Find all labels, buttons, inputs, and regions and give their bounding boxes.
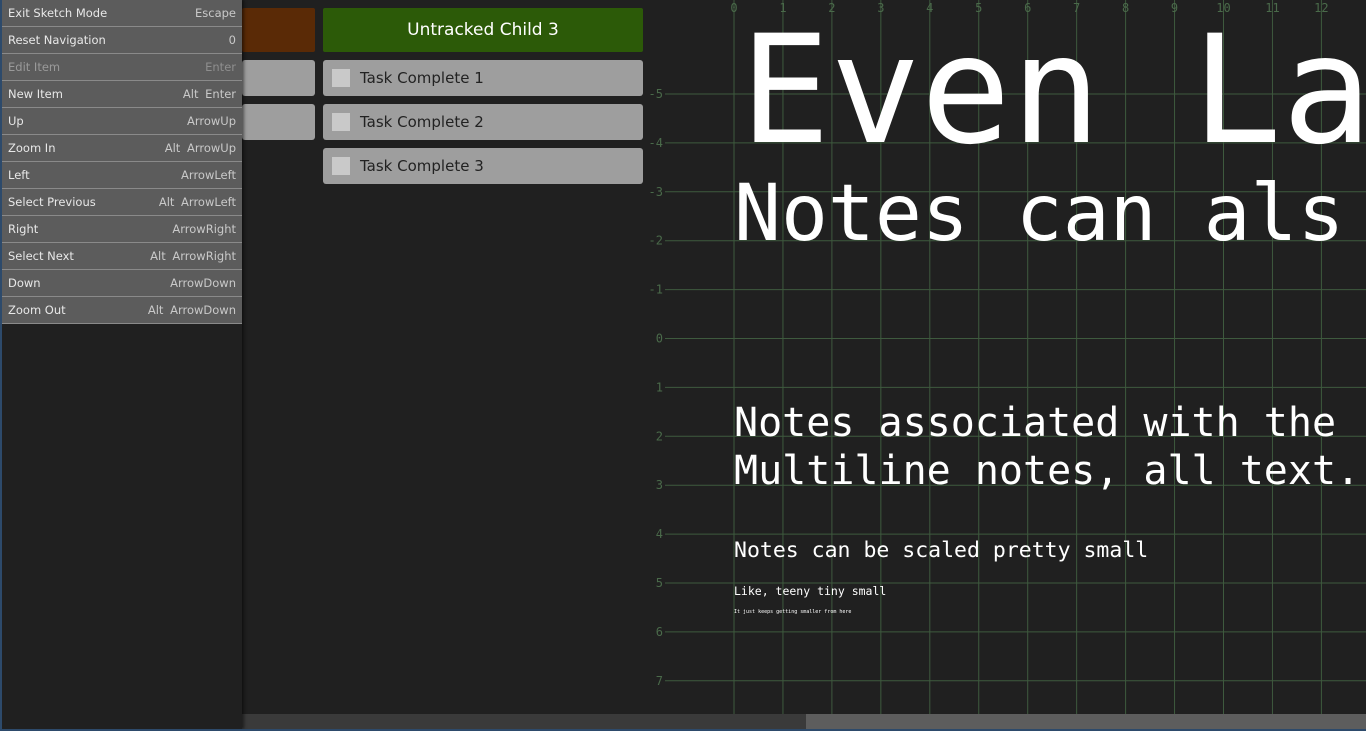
command-label: Zoom Out bbox=[8, 303, 66, 317]
task-label: Task Complete 3 bbox=[360, 157, 484, 175]
tree-node-grey[interactable] bbox=[242, 60, 315, 96]
command-exit-sketch-mode[interactable]: Exit Sketch Mode Escape bbox=[2, 0, 242, 27]
y-tick-label: 4 bbox=[656, 527, 663, 541]
note-multiline-2[interactable]: Multiline notes, all text. bbox=[734, 448, 1360, 494]
y-tick-label: -5 bbox=[649, 87, 663, 101]
command-shortcut: ArrowLeft bbox=[181, 168, 236, 182]
command-shortcut: Enter bbox=[205, 60, 236, 74]
y-tick-label: -1 bbox=[649, 283, 663, 297]
command-down[interactable]: Down ArrowDown bbox=[2, 270, 242, 297]
horizontal-scrollbar[interactable] bbox=[242, 714, 1366, 729]
task-item[interactable]: Task Complete 2 bbox=[323, 104, 643, 140]
task-item[interactable]: Task Complete 1 bbox=[323, 60, 643, 96]
command-label: Right bbox=[8, 222, 39, 236]
app-window: Exit Sketch Mode Escape Reset Navigation 0 E… bbox=[2, 0, 1366, 729]
note-tiniest[interactable]: It just keeps getting smaller from here bbox=[734, 609, 851, 615]
tree-node-grey[interactable] bbox=[242, 104, 315, 140]
y-tick-label: -4 bbox=[649, 136, 663, 150]
task-label: Task Complete 2 bbox=[360, 113, 484, 131]
command-label: Select Next bbox=[8, 249, 74, 263]
command-shortcut: ArrowDown bbox=[170, 276, 236, 290]
task-checkbox[interactable] bbox=[332, 157, 350, 175]
command-label: Exit Sketch Mode bbox=[8, 6, 108, 20]
note-multiline-1[interactable]: Notes associated with the bbox=[734, 400, 1336, 446]
y-tick-label: 7 bbox=[656, 674, 663, 688]
tree-node-untracked-child-3[interactable]: Untracked Child 3 bbox=[323, 8, 643, 52]
task-label: Task Complete 1 bbox=[360, 69, 484, 87]
command-label: Select Previous bbox=[8, 195, 96, 209]
command-shortcut: Escape bbox=[194, 6, 236, 20]
y-tick-label: 1 bbox=[656, 380, 663, 394]
command-edit-item: Edit Item Enter bbox=[2, 54, 242, 81]
note-large-title[interactable]: Even La bbox=[740, 4, 1366, 178]
y-tick-label: 5 bbox=[656, 576, 663, 590]
tree-node-orange[interactable] bbox=[242, 8, 315, 52]
command-reset-navigation[interactable]: Reset Navigation 0 bbox=[2, 27, 242, 54]
note-medium-title[interactable]: Notes can als bbox=[734, 169, 1344, 259]
sketch-canvas[interactable]: 0 1 2 3 4 5 6 7 8 9 10 11 12 -5 -4 -3 -2 -1 0 1 2 3 4 5 6 7 Even… bbox=[643, 0, 1366, 714]
y-tick-label: 6 bbox=[656, 625, 663, 639]
x-tick-label: 0 bbox=[730, 1, 737, 15]
command-palette: Exit Sketch Mode Escape Reset Navigation 0 E… bbox=[2, 0, 242, 729]
command-select-next[interactable]: Select Next Alt ArrowRight bbox=[2, 243, 242, 270]
command-zoom-out[interactable]: Zoom Out Alt ArrowDown bbox=[2, 297, 242, 324]
command-label: Reset Navigation bbox=[8, 33, 106, 47]
note-small[interactable]: Notes can be scaled pretty small bbox=[734, 538, 1148, 563]
task-item[interactable]: Task Complete 3 bbox=[323, 148, 643, 184]
y-tick-label: 0 bbox=[656, 332, 663, 346]
command-zoom-in[interactable]: Zoom In Alt ArrowUp bbox=[2, 135, 242, 162]
command-shortcut: ArrowUp bbox=[186, 114, 236, 128]
command-label: Zoom In bbox=[8, 141, 56, 155]
command-shortcut: 0 bbox=[228, 33, 236, 47]
tree-node-label: Untracked Child 3 bbox=[407, 20, 559, 40]
command-up[interactable]: Up ArrowUp bbox=[2, 108, 242, 135]
command-new-item[interactable]: New Item Alt Enter bbox=[2, 81, 242, 108]
command-shortcut: Alt ArrowLeft bbox=[158, 195, 236, 209]
y-tick-label: 3 bbox=[656, 478, 663, 492]
command-shortcut: Alt Enter bbox=[182, 87, 236, 101]
scrollbar-thumb[interactable] bbox=[806, 714, 1366, 729]
command-shortcut: ArrowRight bbox=[172, 222, 236, 236]
command-shortcut: Alt ArrowDown bbox=[147, 303, 236, 317]
command-label: Up bbox=[8, 114, 24, 128]
y-tick-label: -3 bbox=[649, 185, 663, 199]
command-select-previous[interactable]: Select Previous Alt ArrowLeft bbox=[2, 189, 242, 216]
y-tick-label: -2 bbox=[649, 234, 663, 248]
sketch-grid: 0 1 2 3 4 5 6 7 8 9 10 11 12 -5-4-3-2-101234567 Even… bbox=[649, 0, 1366, 714]
task-checkbox[interactable] bbox=[332, 69, 350, 87]
task-checkbox[interactable] bbox=[332, 113, 350, 131]
command-shortcut: Alt ArrowRight bbox=[150, 249, 236, 263]
command-right[interactable]: Right ArrowRight bbox=[2, 216, 242, 243]
command-label: Left bbox=[8, 168, 30, 182]
command-label: New Item bbox=[8, 87, 63, 101]
command-left[interactable]: Left ArrowLeft bbox=[2, 162, 242, 189]
command-label: Down bbox=[8, 276, 41, 290]
note-teeny[interactable]: Like, teeny tiny small bbox=[734, 584, 886, 598]
command-label: Edit Item bbox=[8, 60, 61, 74]
y-tick-label: 2 bbox=[656, 429, 663, 443]
command-shortcut: Alt ArrowUp bbox=[164, 141, 236, 155]
